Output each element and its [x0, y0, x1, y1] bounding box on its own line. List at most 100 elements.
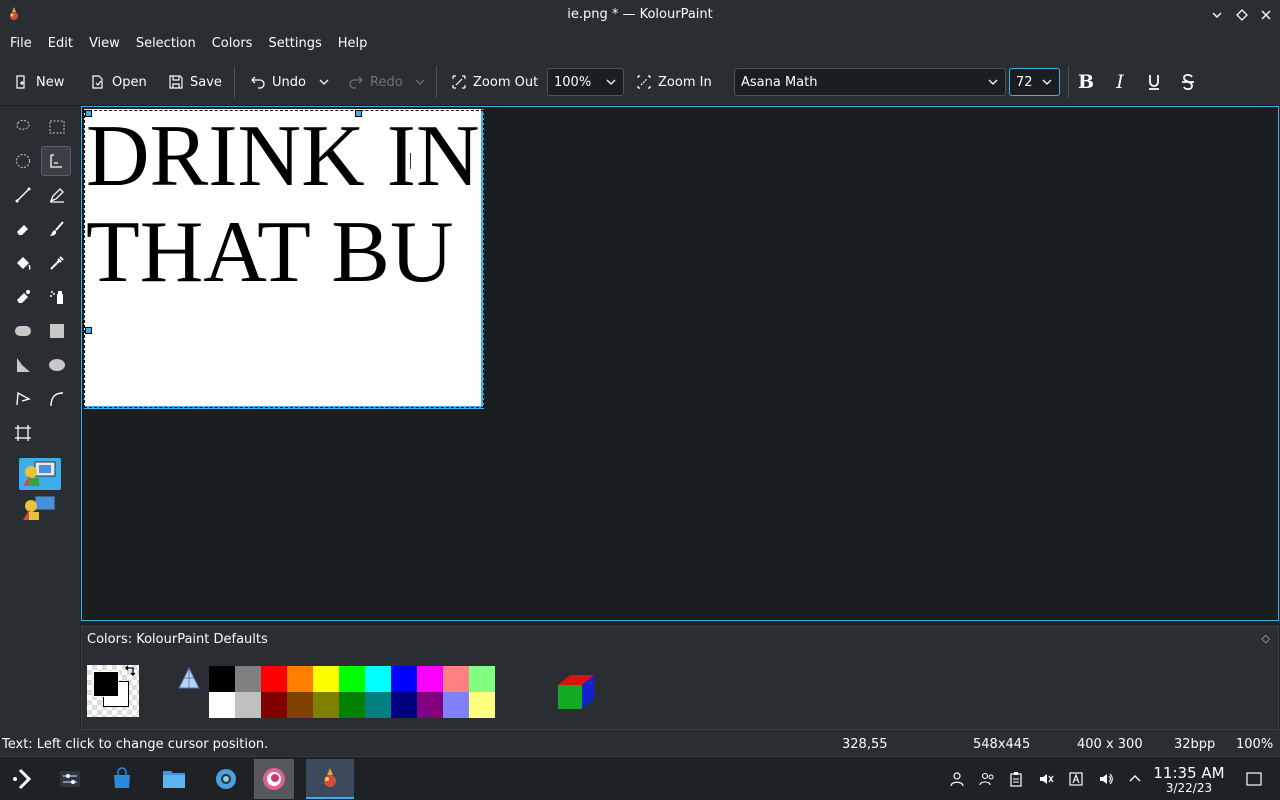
tool-brush[interactable] — [42, 214, 72, 244]
transparent-selection-option[interactable] — [19, 492, 61, 524]
microphone-muted-icon[interactable] — [1037, 770, 1055, 788]
tool-curve[interactable] — [42, 384, 72, 414]
selection-handle[interactable] — [85, 110, 92, 117]
tool-rectangle[interactable] — [42, 316, 72, 346]
shopping-bag-icon — [114, 767, 130, 788]
opaque-selection-option[interactable] — [19, 458, 61, 490]
menu-settings[interactable]: Settings — [260, 30, 329, 58]
palette-color-swatch[interactable] — [391, 692, 417, 718]
menu-view[interactable]: View — [81, 30, 128, 58]
palette-color-swatch[interactable] — [365, 692, 391, 718]
redo-button[interactable]: Redo — [348, 70, 403, 94]
tool-color-picker[interactable] — [42, 248, 72, 278]
float-panel-icon[interactable]: ◇ — [1262, 632, 1270, 645]
maximize-icon[interactable] — [1233, 6, 1251, 24]
redo-history-dropdown[interactable] — [414, 70, 426, 94]
tool-crop-autocrop[interactable] — [8, 418, 38, 448]
tool-ellipse[interactable] — [42, 350, 72, 380]
palette-color-swatch[interactable] — [417, 692, 443, 718]
menu-colors[interactable]: Colors — [204, 30, 261, 58]
canvas-area[interactable]: DRINK IN THAT BU — [81, 106, 1279, 621]
tool-spraycan[interactable] — [42, 282, 72, 312]
tool-rounded-rectangle[interactable] — [8, 316, 38, 346]
tool-ellipse-selection[interactable] — [8, 146, 38, 176]
font-size-combo[interactable]: 72 — [1009, 68, 1060, 96]
save-button[interactable]: Save — [168, 70, 222, 94]
palette-color-swatch[interactable] — [261, 666, 287, 692]
new-button[interactable]: New — [14, 70, 64, 94]
palette-color-swatch[interactable] — [235, 666, 261, 692]
undo-history-dropdown[interactable] — [318, 70, 330, 94]
tool-connected-lines[interactable] — [8, 384, 38, 414]
taskbar-file-manager[interactable] — [154, 759, 194, 799]
menu-edit[interactable]: Edit — [40, 30, 81, 58]
transparent-color-cell[interactable] — [176, 666, 202, 692]
palette-color-swatch[interactable] — [469, 666, 495, 692]
underline-button[interactable] — [1142, 70, 1166, 94]
palette-color-swatch[interactable] — [287, 692, 313, 718]
menu-file[interactable]: File — [2, 30, 40, 58]
palette-color-swatch[interactable] — [313, 692, 339, 718]
image-document[interactable]: DRINK IN THAT BU — [84, 109, 484, 409]
foreground-color-swatch[interactable] — [93, 671, 119, 697]
user-icon[interactable] — [948, 770, 966, 788]
tool-free-form-selection[interactable] — [8, 112, 38, 142]
palette-color-swatch[interactable] — [391, 666, 417, 692]
selection-handle[interactable] — [355, 110, 362, 117]
tool-polygon[interactable] — [8, 350, 38, 380]
zoom-level-combo[interactable]: 100% — [547, 68, 624, 96]
tool-line[interactable] — [8, 180, 38, 210]
tool-flood-fill[interactable] — [8, 248, 38, 278]
taskbar-kolourpaint[interactable] — [306, 759, 354, 799]
accounts-icon[interactable] — [978, 770, 996, 788]
zoom-out-button[interactable]: Zoom Out — [451, 70, 538, 94]
palette-color-swatch[interactable] — [469, 692, 495, 718]
minimize-icon[interactable] — [1208, 6, 1226, 24]
taskbar-system-settings[interactable] — [206, 759, 246, 799]
tool-text[interactable] — [41, 146, 71, 176]
undo-button[interactable]: Undo — [250, 70, 306, 94]
bold-button[interactable]: 𝐁 — [1074, 70, 1098, 94]
menu-selection[interactable]: Selection — [128, 30, 204, 58]
palette-color-swatch[interactable] — [339, 666, 365, 692]
zoom-in-button[interactable]: Zoom In — [636, 70, 712, 94]
taskbar-app-pink[interactable] — [254, 759, 294, 799]
selection-handle[interactable] — [85, 327, 92, 334]
volume-icon[interactable] — [1097, 770, 1115, 788]
show-desktop-icon[interactable] — [1245, 770, 1263, 788]
clock-time[interactable]: 11:35 AM — [1150, 764, 1228, 782]
clock-date[interactable]: 3/22/23 — [1150, 781, 1228, 795]
strikethrough-button[interactable] — [1176, 70, 1200, 94]
palette-color-swatch[interactable] — [209, 666, 235, 692]
italic-button[interactable]: 𝐼 — [1108, 70, 1132, 94]
application-launcher[interactable] — [2, 759, 42, 799]
taskbar-discover-app[interactable] — [102, 759, 142, 799]
chevron-up-icon[interactable] — [1126, 770, 1144, 788]
palette-color-swatch[interactable] — [339, 692, 365, 718]
font-family-value: Asana Math — [741, 74, 818, 90]
foreground-background-colors[interactable] — [87, 665, 139, 717]
taskbar-settings-app[interactable] — [50, 759, 90, 799]
input-method-icon[interactable] — [1067, 770, 1085, 788]
rectangle-icon — [50, 324, 64, 338]
tool-eraser[interactable] — [8, 214, 38, 244]
palette-color-swatch[interactable] — [313, 666, 339, 692]
palette-color-swatch[interactable] — [209, 692, 235, 718]
clipboard-icon[interactable] — [1007, 770, 1025, 788]
palette-color-swatch[interactable] — [443, 666, 469, 692]
menu-help[interactable]: Help — [330, 30, 376, 58]
palette-color-swatch[interactable] — [443, 692, 469, 718]
color-cube[interactable] — [556, 671, 596, 715]
tool-pen[interactable] — [42, 180, 72, 210]
close-icon[interactable] — [1257, 6, 1275, 24]
palette-color-swatch[interactable] — [365, 666, 391, 692]
palette-color-swatch[interactable] — [417, 666, 443, 692]
palette-color-swatch[interactable] — [235, 692, 261, 718]
open-button[interactable]: Open — [90, 70, 147, 94]
tool-color-eraser[interactable] — [8, 282, 38, 312]
tool-rectangle-selection[interactable] — [42, 112, 72, 142]
font-family-combo[interactable]: Asana Math — [734, 68, 1006, 96]
swap-colors-icon[interactable] — [123, 665, 137, 679]
palette-color-swatch[interactable] — [287, 666, 313, 692]
palette-color-swatch[interactable] — [261, 692, 287, 718]
